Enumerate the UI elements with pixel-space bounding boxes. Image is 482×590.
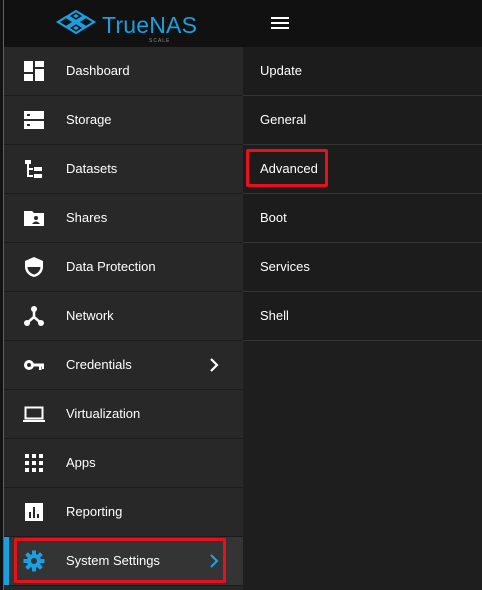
truenas-logo[interactable]: TrueNAS SCALE [52,7,212,44]
submenu-item-shell[interactable]: Shell [243,292,482,341]
sidebar-item-network[interactable]: Network [4,292,243,341]
highlight-outline-system-settings [14,538,226,583]
sidebar: Dashboard Storage Datasets Shares Data P… [4,47,243,590]
submenu-item-update[interactable]: Update [243,47,482,96]
sidebar-item-data-protection[interactable]: Data Protection [4,243,243,292]
truenas-logo-icon [55,9,97,35]
shares-icon [24,211,44,226]
sidebar-item-label: Storage [66,112,112,127]
apps-grid-icon [25,454,43,472]
sidebar-item-dashboard[interactable]: Dashboard [4,47,243,96]
sidebar-item-label: Apps [66,455,96,470]
top-bar: TrueNAS SCALE [4,0,482,47]
hamburger-menu-icon[interactable] [270,15,290,31]
sidebar-item-label: Virtualization [66,406,141,421]
sidebar-item-storage[interactable]: Storage [4,96,243,145]
network-icon [24,306,44,326]
brand-name: TrueNAS [102,12,198,38]
sidebar-item-label: Shares [66,210,108,225]
submenu-item-boot[interactable]: Boot [243,194,482,243]
brand-edition: SCALE [149,38,171,44]
sidebar-item-shares[interactable]: Shares [4,194,243,243]
active-indicator [4,537,9,585]
submenu-item-label: General [260,112,307,127]
content-area [243,341,482,590]
sidebar-item-apps[interactable]: Apps [4,439,243,488]
submenu-item-label: Boot [260,210,287,225]
submenu-item-general[interactable]: General [243,96,482,145]
highlight-outline-advanced [246,149,328,187]
sidebar-item-label: Reporting [66,504,123,519]
submenu-item-label: Shell [260,308,289,323]
key-icon [24,360,44,370]
reporting-icon [25,503,43,521]
sidebar-item-label: Data Protection [66,259,156,274]
submenu-item-label: Update [260,63,302,78]
chevron-right-icon [210,358,219,372]
storage-icon [24,111,44,129]
sidebar-item-label: Datasets [66,161,118,176]
sidebar-item-label: Credentials [66,357,132,372]
system-settings-submenu: Update General Advanced Boot Services Sh… [243,47,482,341]
sidebar-item-datasets[interactable]: Datasets [4,145,243,194]
datasets-icon [25,160,42,178]
submenu-item-services[interactable]: Services [243,243,482,292]
sidebar-item-credentials[interactable]: Credentials [4,341,243,390]
laptop-icon [23,406,45,422]
submenu-item-label: Services [260,259,310,274]
dashboard-icon [24,61,44,81]
sidebar-item-label: Dashboard [66,63,130,78]
sidebar-item-label: Network [66,308,114,323]
sidebar-item-virtualization[interactable]: Virtualization [4,390,243,439]
sidebar-item-reporting[interactable]: Reporting [4,488,243,537]
shield-icon [25,257,43,277]
